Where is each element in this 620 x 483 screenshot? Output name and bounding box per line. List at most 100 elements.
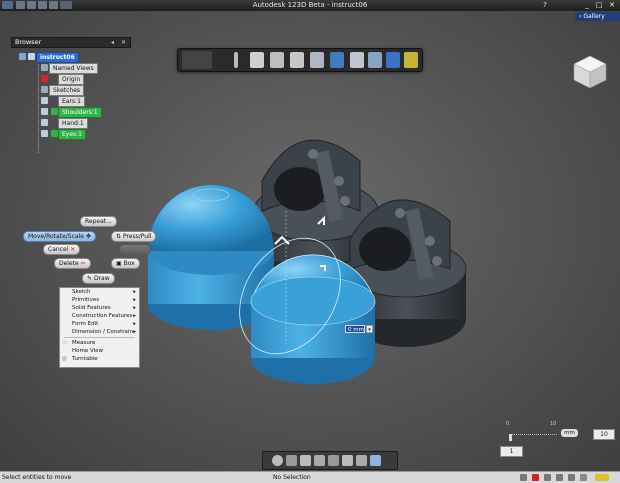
grid-size-field[interactable]: 10 bbox=[593, 429, 615, 440]
browser-title: Browser bbox=[15, 38, 42, 46]
close-panel-icon[interactable]: ✕ bbox=[121, 38, 126, 47]
cylinder-icon[interactable] bbox=[270, 52, 284, 68]
slider-handle[interactable] bbox=[509, 434, 512, 441]
component-icon bbox=[28, 53, 35, 60]
snap-slider[interactable] bbox=[509, 432, 557, 435]
visibility-icon[interactable] bbox=[41, 97, 48, 104]
layout-icon[interactable] bbox=[544, 474, 551, 481]
tree-item-ears[interactable]: Ears:1 bbox=[11, 96, 131, 107]
orbit-icon[interactable] bbox=[272, 455, 283, 466]
submenu-arrow-icon: ▸ bbox=[133, 329, 136, 335]
selection-status: No Selection bbox=[273, 474, 311, 481]
zoom-icon[interactable] bbox=[314, 455, 325, 466]
repeat-button[interactable]: Repeat... bbox=[80, 216, 117, 227]
menu-item-home-view[interactable]: Home View bbox=[60, 347, 139, 355]
tree-item-sketches[interactable]: Sketches bbox=[11, 85, 131, 96]
collapse-icon[interactable]: ◂ bbox=[111, 38, 114, 47]
menu-item-label: Home View bbox=[72, 348, 104, 354]
menu-item-primitives[interactable]: Primitives ▸ bbox=[60, 296, 139, 304]
status-bar: Select entities to move No Selection bbox=[0, 471, 620, 483]
menu-item-label: Primitives bbox=[72, 297, 100, 303]
tree-item-label: Shoulders:1 bbox=[58, 107, 102, 118]
component-icon bbox=[51, 108, 58, 115]
views-icon bbox=[41, 64, 48, 71]
close-button[interactable]: ✕ bbox=[607, 1, 617, 9]
material-icon[interactable] bbox=[404, 52, 418, 68]
menu-item-turntable[interactable]: ◎ Turntable bbox=[60, 355, 139, 363]
tree-item-hand[interactable]: Hand:1 bbox=[11, 118, 131, 129]
move-label: Move/Rotate/Scale bbox=[28, 233, 84, 240]
menu-item-label: Turntable bbox=[72, 356, 98, 362]
layout-icon[interactable] bbox=[580, 474, 587, 481]
draw-button[interactable]: ✎ Draw bbox=[82, 273, 115, 284]
3d-text-icon[interactable] bbox=[386, 52, 400, 68]
layout-icon[interactable] bbox=[568, 474, 575, 481]
move-icon: ✥ bbox=[85, 233, 91, 240]
unit-button[interactable]: mm bbox=[561, 429, 578, 437]
window-title: Autodesk 123D Beta - instruct06 bbox=[252, 1, 368, 9]
status-hint: Select entities to move bbox=[2, 474, 72, 481]
tree-item-shoulders[interactable]: Shoulders:1 bbox=[11, 107, 131, 118]
snap-value-field[interactable]: 1 bbox=[500, 446, 523, 457]
cancel-button[interactable]: Cancel ✕ bbox=[43, 244, 81, 255]
box-label: Box bbox=[123, 260, 135, 267]
move-icon[interactable] bbox=[290, 52, 304, 68]
close-icon[interactable] bbox=[532, 474, 539, 481]
menu-item-label: Solid Features bbox=[72, 305, 111, 311]
visibility-icon[interactable] bbox=[41, 119, 48, 126]
shell-icon[interactable] bbox=[350, 52, 364, 68]
visual-style-icon[interactable] bbox=[342, 455, 353, 466]
visibility-icon[interactable] bbox=[41, 130, 48, 137]
menu-item-measure[interactable]: ▭ Measure bbox=[60, 339, 139, 347]
dimension-input[interactable]: 0 mm ▾ bbox=[345, 325, 373, 333]
info-icon[interactable] bbox=[234, 52, 238, 68]
menu-separator bbox=[64, 337, 135, 338]
press-pull-button[interactable]: ⇅ Press/Pull bbox=[111, 231, 157, 242]
press-pull-label: Press/Pull bbox=[122, 233, 152, 240]
tree-item-label: Sketches bbox=[49, 85, 85, 96]
delete-button[interactable]: Delete ✂ bbox=[54, 258, 91, 269]
pan-icon[interactable] bbox=[300, 455, 311, 466]
box-icon[interactable] bbox=[250, 52, 264, 68]
delete-icon: ✂ bbox=[80, 260, 86, 267]
menu-item-solid-features[interactable]: Solid Features ▸ bbox=[60, 304, 139, 312]
dropdown-arrow-icon[interactable]: ▾ bbox=[366, 325, 373, 333]
box-button[interactable]: ▣ Box bbox=[111, 258, 140, 269]
tool-icon[interactable] bbox=[520, 474, 527, 481]
menu-item-label: Sketch bbox=[72, 289, 91, 295]
disabled-slot bbox=[119, 244, 151, 255]
viewcube-icon[interactable] bbox=[573, 55, 607, 89]
delete-label: Delete bbox=[59, 260, 79, 267]
draw-label: Draw bbox=[93, 275, 110, 282]
dimension-value[interactable]: 0 mm bbox=[345, 325, 365, 333]
tree-item-named-views[interactable]: Named Views bbox=[11, 63, 131, 74]
tree-item-label: Origin bbox=[58, 74, 85, 85]
menu-item-sketch[interactable]: Sketch ▸ bbox=[60, 288, 139, 296]
menu-item-form-edit[interactable]: Form Edit ▸ bbox=[60, 320, 139, 328]
tree-item-eyes[interactable]: Eyes:1 bbox=[11, 129, 131, 140]
tree-item-origin[interactable]: Origin bbox=[11, 74, 131, 85]
tree-root[interactable]: instruct06 bbox=[11, 52, 131, 63]
fit-icon[interactable] bbox=[328, 455, 339, 466]
layout-icon[interactable] bbox=[556, 474, 563, 481]
tree-item-label: Named Views bbox=[49, 63, 98, 74]
menu-item-construction-features[interactable]: Construction Features ▸ bbox=[60, 312, 139, 320]
app-logo-icon[interactable] bbox=[182, 51, 212, 69]
grid-icon[interactable] bbox=[356, 455, 367, 466]
3d-viewport[interactable]: ‹ Gallery Browser ◂ ✕ instruct06 Named V… bbox=[0, 11, 620, 471]
selection-filter-icon[interactable] bbox=[370, 455, 381, 466]
minimize-button[interactable]: _ bbox=[582, 1, 592, 9]
move-rotate-scale-button[interactable]: Move/Rotate/Scale ✥ bbox=[23, 231, 96, 242]
menu-item-dimension-constrain[interactable]: Dimension / Constrain ▸ bbox=[60, 328, 139, 336]
snap-icon[interactable] bbox=[595, 474, 609, 481]
collapse-toggle-icon[interactable] bbox=[19, 53, 26, 60]
main-toolbar bbox=[177, 48, 423, 72]
look-icon[interactable] bbox=[286, 455, 297, 466]
solid-icon[interactable] bbox=[330, 52, 344, 68]
group-icon[interactable] bbox=[368, 52, 382, 68]
help-icon[interactable]: ? bbox=[540, 1, 550, 9]
sketch-icon[interactable] bbox=[310, 52, 324, 68]
submenu-arrow-icon: ▸ bbox=[133, 289, 136, 295]
visibility-icon[interactable] bbox=[41, 108, 48, 115]
maximize-button[interactable]: □ bbox=[594, 1, 604, 9]
